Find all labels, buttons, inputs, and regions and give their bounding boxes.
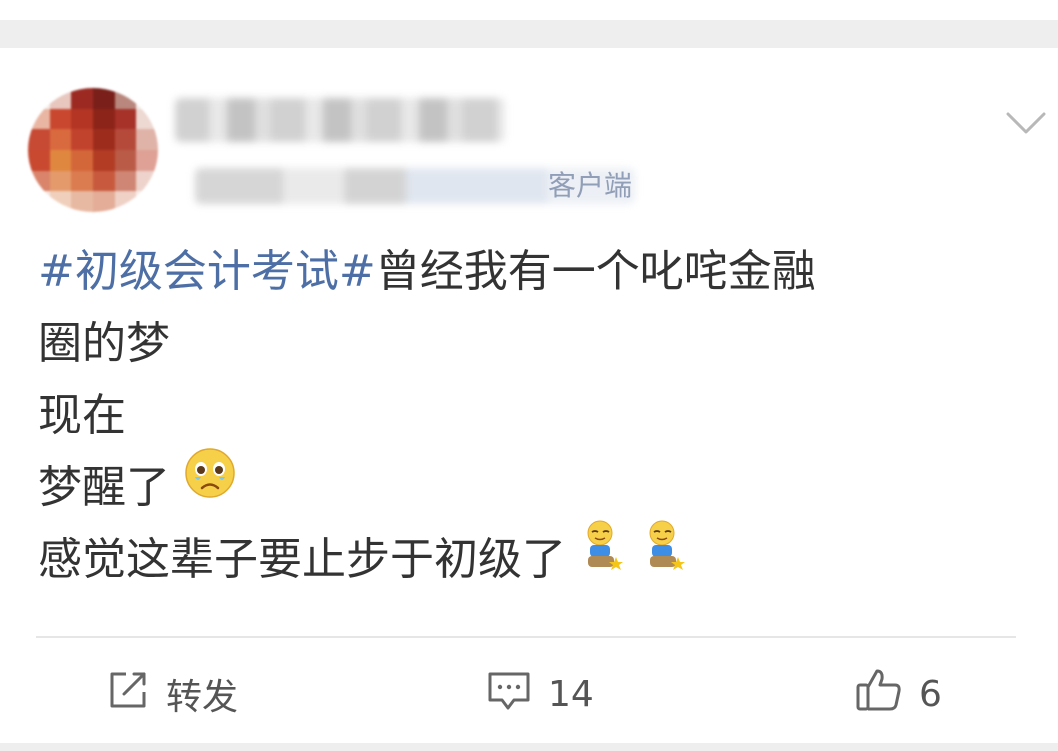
post-line: #初级会计考试#曾经我有一个叱咤金融	[38, 236, 1018, 308]
repost-label: 转发	[166, 677, 239, 718]
comment-icon	[486, 668, 532, 721]
username-redacted[interactable]	[175, 98, 505, 142]
like-button[interactable]: 6	[855, 664, 942, 724]
sitting-figure-emoji	[580, 519, 624, 593]
post-line: 现在	[38, 380, 1018, 452]
repost-button[interactable]: 转发	[106, 664, 238, 724]
hashtag-link[interactable]: #初级会计考试#	[38, 246, 376, 297]
post-line: 圈的梦	[38, 308, 1018, 380]
post-line: 梦醒了	[38, 448, 1018, 524]
crying-face-emoji	[184, 447, 236, 521]
post-line-text: 现在	[38, 390, 126, 441]
like-count: 6	[919, 673, 942, 715]
post-card: 客户端 #初级会计考试#曾经我有一个叱咤金融 圈的梦 现在 梦醒了 感觉这辈子要…	[0, 48, 1058, 743]
action-divider	[36, 636, 1016, 638]
feed-separator	[0, 743, 1058, 751]
post-text: #初级会计考试#曾经我有一个叱咤金融 圈的梦 现在 梦醒了 感觉这辈子要止步于初…	[38, 236, 1018, 596]
feed-separator	[0, 20, 1058, 48]
sitting-figure-emoji	[642, 519, 686, 593]
thumbs-up-icon	[855, 667, 903, 722]
comment-count: 14	[548, 673, 594, 715]
post-source: 客户端	[548, 169, 633, 202]
post-line-text: 圈的梦	[38, 318, 170, 369]
post-line: 感觉这辈子要止步于初级了	[38, 520, 1018, 596]
chevron-down-icon[interactable]	[1004, 108, 1048, 138]
top-spacer	[0, 0, 1058, 20]
post-line-text: 梦醒了	[38, 462, 170, 513]
share-icon	[106, 668, 150, 721]
post-line-text: 感觉这辈子要止步于初级了	[38, 534, 566, 585]
comment-button[interactable]: 14	[486, 664, 594, 724]
post-line-text: 曾经我有一个叱咤金融	[375, 246, 816, 297]
avatar[interactable]	[28, 88, 158, 212]
